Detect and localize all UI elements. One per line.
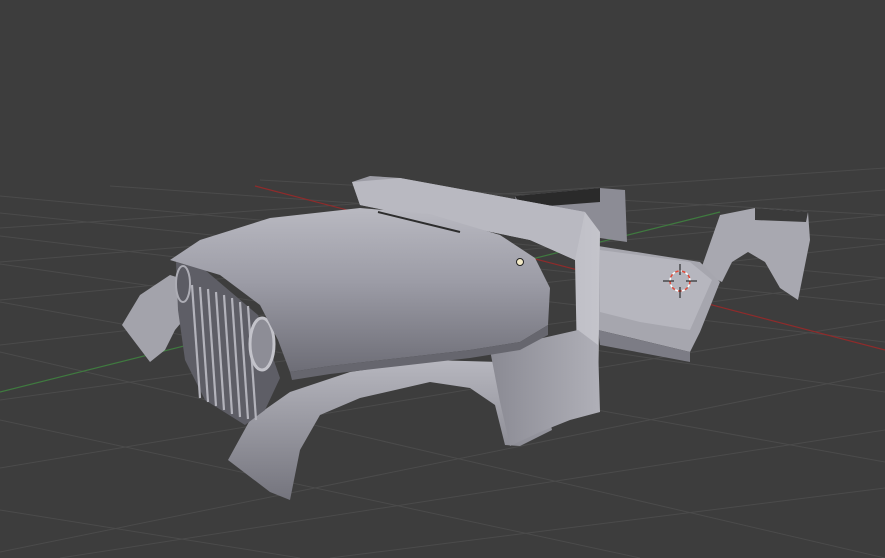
- headlight-right: [175, 265, 191, 303]
- object-origin-dot[interactable]: [516, 258, 524, 266]
- viewport-canvas[interactable]: [0, 0, 885, 558]
- jeep-body-mesh[interactable]: [122, 176, 810, 500]
- 3d-viewport[interactable]: [0, 0, 885, 558]
- headlight-left: [248, 316, 276, 372]
